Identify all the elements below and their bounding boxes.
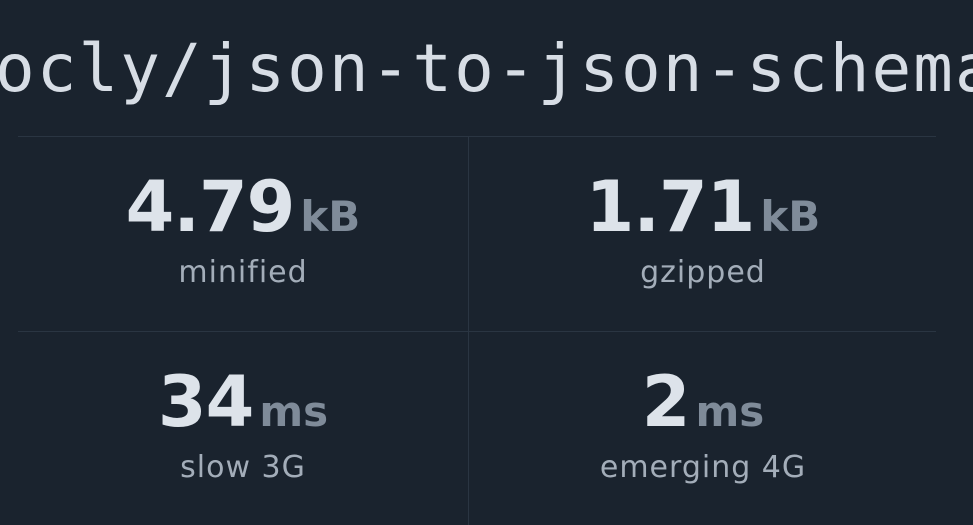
stat-slow-3g: 34 ms slow 3G — [18, 332, 468, 525]
stat-gzipped-label: gzipped — [640, 255, 766, 290]
stat-minified-value-line: 4.79 kB — [18, 167, 468, 247]
stats-grid: 4.79 kB minified 1.71 kB gzipped 34 ms slow… — [18, 136, 936, 525]
stat-minified: 4.79 kB minified — [18, 137, 468, 331]
stat-emerging-4g-unit: ms — [695, 387, 765, 436]
package-name: ocly/json-to-json-schema — [0, 30, 973, 107]
stat-emerging-4g-value: 2 — [641, 361, 691, 443]
stat-slow-3g-unit: ms — [259, 387, 329, 436]
stat-slow-3g-value: 34 — [157, 361, 254, 443]
stat-emerging-4g-value-line: 2 ms — [469, 362, 937, 442]
stat-minified-unit: kB — [300, 192, 361, 241]
stat-emerging-4g-label: emerging 4G — [599, 450, 807, 485]
stats-row-size: 4.79 kB minified 1.71 kB gzipped — [18, 137, 936, 332]
stat-emerging-4g: 2 ms emerging 4G — [468, 332, 937, 525]
stat-gzipped: 1.71 kB gzipped — [468, 137, 937, 331]
stat-minified-label: minified — [178, 255, 308, 290]
stat-slow-3g-value-line: 34 ms — [18, 362, 468, 442]
stat-gzipped-value-line: 1.71 kB — [469, 167, 937, 247]
stat-minified-value: 4.79 — [125, 166, 296, 248]
stats-row-download-time: 34 ms slow 3G 2 ms emerging 4G — [18, 332, 936, 525]
package-name-heading: ocly/json-to-json-schema — [0, 24, 973, 114]
stat-gzipped-unit: kB — [760, 192, 821, 241]
stat-slow-3g-label: slow 3G — [180, 450, 306, 485]
stat-gzipped-value: 1.71 — [585, 166, 756, 248]
